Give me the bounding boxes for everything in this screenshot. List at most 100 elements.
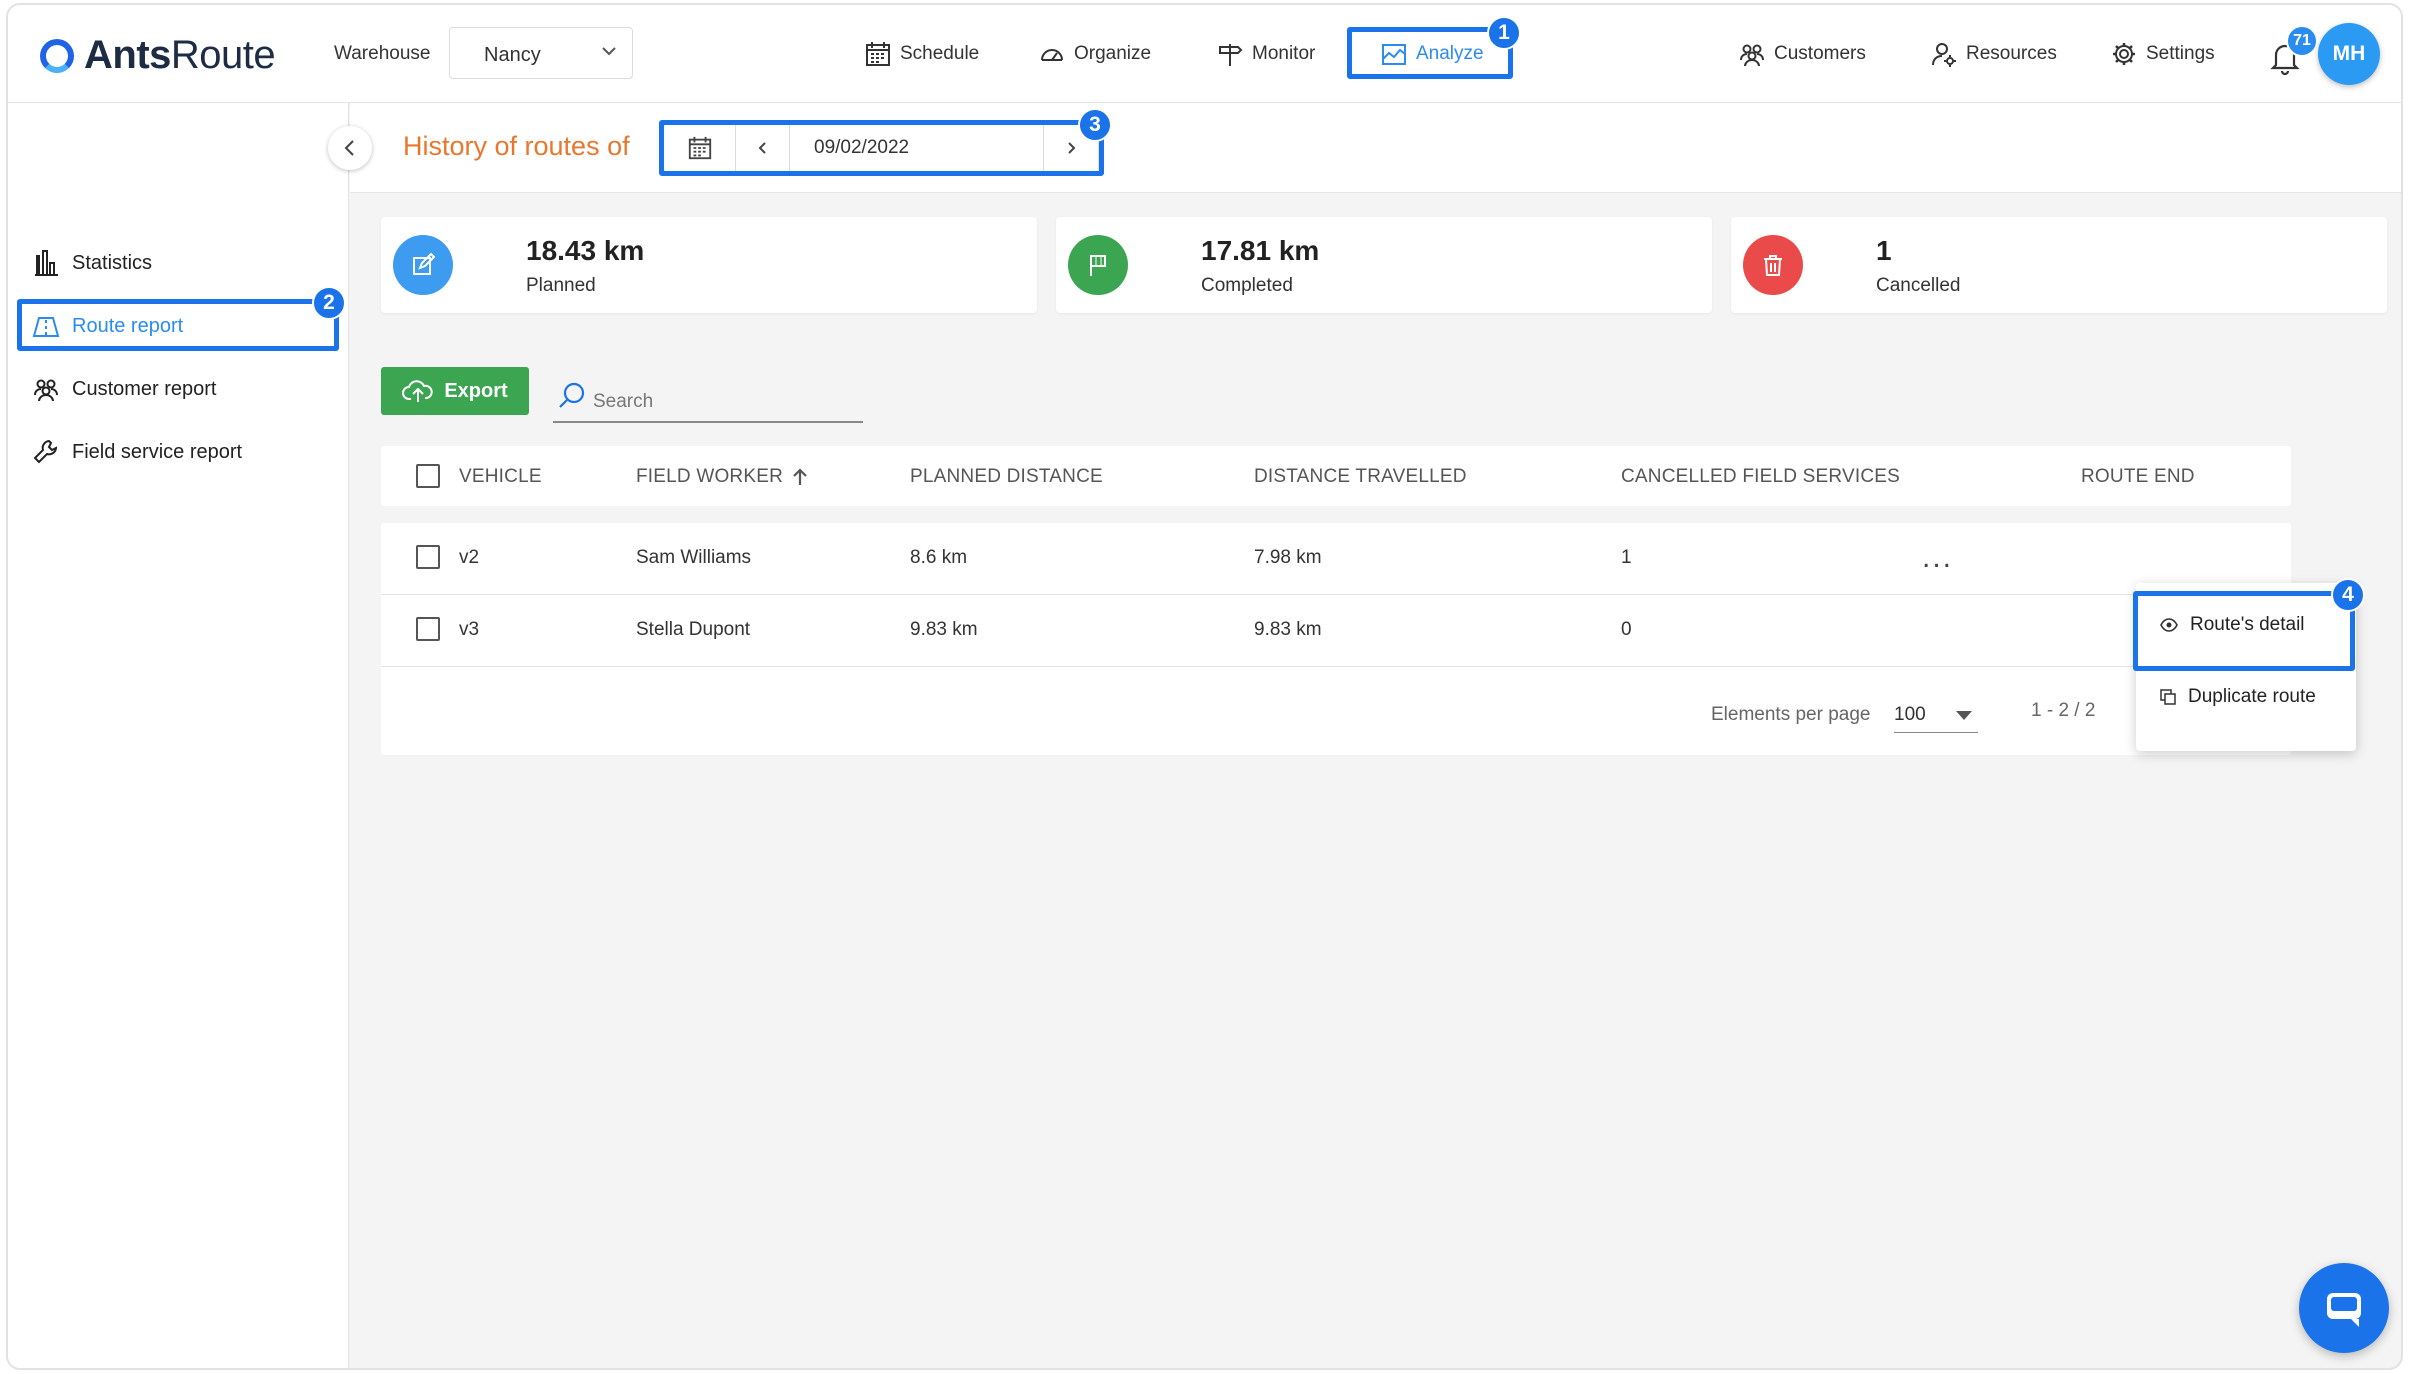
nav-resources[interactable]: Resources	[1930, 33, 2057, 75]
edit-icon	[393, 235, 453, 295]
warehouse-label: Warehouse	[334, 43, 431, 64]
field-worker-cell: Sam Williams	[636, 547, 752, 568]
row-checkbox[interactable]	[416, 617, 440, 641]
logo-mark-icon	[40, 38, 74, 73]
collapse-sidebar-button[interactable]	[328, 126, 372, 170]
user-avatar[interactable]: MH	[2318, 23, 2380, 85]
column-header-route-end[interactable]: ROUTE END	[2081, 466, 2195, 488]
search-icon	[559, 382, 585, 408]
page-subheader	[350, 103, 2401, 193]
menu-item-label: Duplicate route	[2188, 686, 2316, 707]
completed-summary-card: 17.81 km Completed	[1056, 217, 1712, 313]
signpost-icon	[1219, 44, 1243, 66]
warehouse-select[interactable]: Nancy	[449, 27, 633, 79]
antsroute-logo[interactable]: AntsRoute	[40, 33, 276, 78]
previous-date-button[interactable]	[736, 125, 790, 171]
column-header-cancelled-field-services[interactable]: CANCELLED FIELD SERVICES	[1621, 466, 1900, 488]
customers-group-icon	[34, 379, 58, 402]
calendar-icon	[866, 42, 890, 66]
nav-settings[interactable]: Settings	[2110, 33, 2215, 75]
sidebar-item-route-report[interactable]: Route report	[32, 306, 183, 346]
current-date[interactable]: 09/02/2022	[790, 125, 1044, 171]
user-gear-icon	[1932, 43, 1956, 67]
chat-bubble-icon	[2327, 1293, 2361, 1327]
step-badge-1: 1	[1487, 16, 1521, 50]
nav-schedule-label: Schedule	[900, 43, 980, 64]
pagination-range: 1 - 2 / 2	[2031, 700, 2096, 721]
cancelled-services-cell: 1	[1621, 547, 1632, 568]
planned-summary-card: 18.43 km Planned	[381, 217, 1037, 313]
table-row[interactable]: v3 Stella Dupont 9.83 km 9.83 km 0	[381, 595, 2291, 667]
select-all-checkbox[interactable]	[416, 464, 440, 488]
cancelled-services-cell: 0	[1621, 619, 1632, 640]
copy-icon	[2160, 689, 2176, 705]
column-header-distance-travelled[interactable]: DISTANCE TRAVELLED	[1254, 466, 1467, 488]
step-badge-2: 2	[312, 286, 346, 320]
gauge-icon	[1041, 49, 1063, 61]
chart-area-icon	[1382, 44, 1406, 65]
planned-distance-cell: 9.83 km	[910, 619, 978, 640]
warehouse-value: Nancy	[484, 44, 541, 66]
column-header-field-worker[interactable]: FIELD WORKER	[636, 466, 809, 488]
more-options-icon[interactable]: ...	[1922, 541, 1953, 575]
page-title: History of routes of	[403, 131, 630, 161]
chevron-right-icon	[1068, 142, 1076, 154]
nav-analyze[interactable]: Analyze	[1380, 33, 1484, 75]
column-header-planned-distance[interactable]: PLANNED DISTANCE	[910, 466, 1103, 488]
planned-value: 18.43 km	[526, 235, 645, 266]
sidebar-item-statistics[interactable]: Statistics	[32, 243, 152, 283]
step-badge-4: 4	[2331, 578, 2365, 612]
nav-monitor-label: Monitor	[1252, 43, 1316, 64]
search-input[interactable]	[593, 391, 853, 413]
search-field[interactable]	[553, 377, 863, 423]
sort-ascending-icon	[793, 468, 807, 485]
distance-travelled-cell: 9.83 km	[1254, 619, 1322, 640]
completed-label: Completed	[1201, 275, 1293, 296]
chevron-down-icon	[600, 42, 618, 65]
sidebar-item-field-service-report[interactable]: Field service report	[32, 432, 242, 472]
row-checkbox[interactable]	[416, 545, 440, 569]
trash-icon	[1743, 235, 1803, 295]
menu-item-label: Route's detail	[2190, 614, 2305, 635]
menu-item-duplicate-route[interactable]: Duplicate route	[2136, 665, 2356, 729]
road-map-icon	[32, 317, 60, 337]
export-button[interactable]: Export	[381, 367, 529, 415]
bar-chart-icon	[35, 250, 58, 276]
elements-per-page-select[interactable]: 100	[1894, 697, 1978, 733]
nav-organize[interactable]: Organize	[1038, 33, 1151, 75]
table-body: v2 Sam Williams 8.6 km 7.98 km 1 v3 Stel…	[381, 523, 2291, 755]
logo-text: AntsRoute	[84, 33, 276, 77]
app-window: AntsRoute Warehouse Nancy Schedule Organ…	[6, 3, 2403, 1370]
caret-down-icon	[1956, 711, 1972, 720]
wrench-icon	[33, 439, 58, 464]
chat-support-button[interactable]	[2299, 1263, 2389, 1353]
sidebar-item-customer-report[interactable]: Customer report	[32, 369, 217, 409]
step-badge-3: 3	[1078, 108, 1112, 142]
nav-settings-label: Settings	[2146, 43, 2215, 64]
customers-group-icon	[1740, 44, 1764, 67]
column-header-vehicle[interactable]: VEHICLE	[459, 466, 542, 488]
menu-item-routes-detail[interactable]: Route's detail	[2136, 593, 2356, 657]
date-picker: 09/02/2022	[663, 124, 1099, 172]
per-page-value: 100	[1894, 704, 1926, 725]
notification-count-badge: 71	[2286, 25, 2318, 57]
row-context-menu: Route's detail Duplicate route	[2136, 583, 2356, 751]
cloud-upload-icon	[402, 380, 433, 402]
sidebar-item-label: Field service report	[72, 440, 243, 463]
sidebar-item-label: Statistics	[72, 251, 153, 274]
planned-distance-cell: 8.6 km	[910, 547, 968, 568]
table-row[interactable]: v2 Sam Williams 8.6 km 7.98 km 1	[381, 523, 2291, 595]
completed-value: 17.81 km	[1201, 235, 1320, 266]
eye-icon	[2160, 618, 2178, 632]
cancelled-label: Cancelled	[1876, 275, 1961, 296]
gear-icon	[2113, 43, 2135, 65]
export-label: Export	[444, 379, 508, 402]
sidebar-item-label: Route report	[72, 314, 184, 337]
flag-icon	[1068, 235, 1128, 295]
nav-customers[interactable]: Customers	[1738, 33, 1866, 75]
calendar-button[interactable]	[664, 125, 736, 171]
planned-label: Planned	[526, 275, 596, 296]
nav-monitor[interactable]: Monitor	[1216, 33, 1315, 75]
cancelled-value: 1	[1876, 235, 1892, 266]
nav-schedule[interactable]: Schedule	[864, 33, 979, 75]
